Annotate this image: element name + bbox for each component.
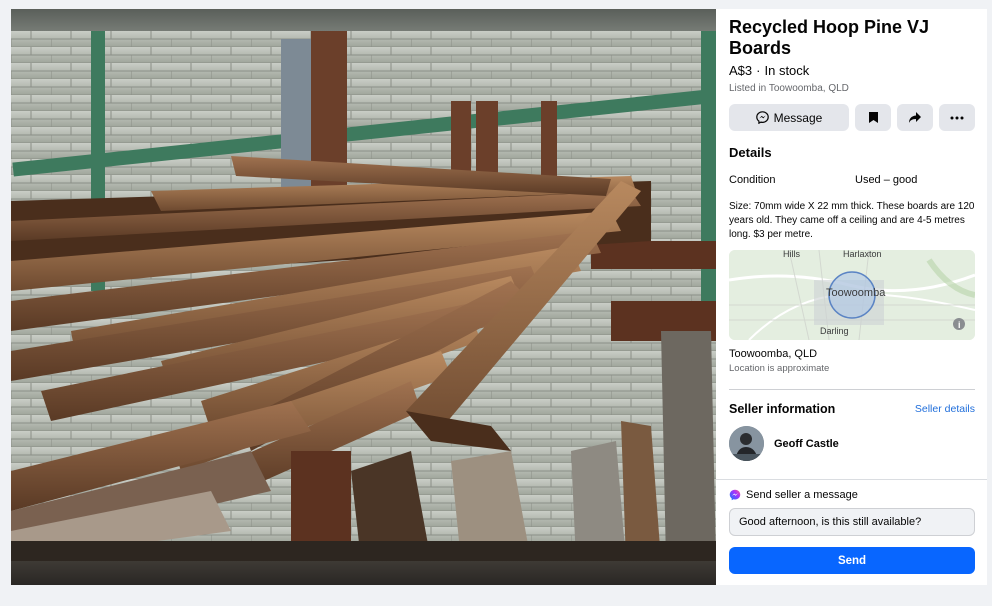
listing-side-panel: Recycled Hoop Pine VJ Boards A$3 · In st… — [716, 9, 987, 585]
condition-label: Condition — [729, 174, 776, 186]
condition-row: Condition Used – good — [729, 174, 975, 186]
condition-value: Used – good — [855, 174, 918, 186]
share-icon — [909, 112, 921, 123]
messenger-icon — [755, 111, 769, 124]
message-button[interactable]: Message — [729, 104, 849, 131]
map-label-harlaxton: Harlaxton — [843, 250, 882, 259]
seller-header: Seller information Seller details — [729, 402, 975, 416]
map-info-icon[interactable]: i — [958, 320, 961, 330]
price-row: A$3 · In stock — [729, 63, 975, 78]
location-map[interactable]: i Hills Harlaxton Toowoomba Darling — [729, 250, 975, 340]
map-label-hills: Hills — [783, 250, 800, 259]
seller-avatar[interactable] — [729, 426, 764, 461]
message-button-label: Message — [773, 110, 823, 125]
map-location: Toowoomba, QLD — [729, 348, 818, 360]
bookmark-icon — [868, 112, 878, 123]
more-icon — [950, 116, 964, 119]
listed-location: Listed in Toowoomba, QLD — [729, 83, 849, 94]
listing-photo-panel — [11, 9, 716, 585]
action-bar: Message — [729, 104, 975, 131]
save-button[interactable] — [855, 104, 891, 131]
seller-row[interactable]: Geoff Castle — [729, 426, 975, 461]
listing-price: A$3 — [729, 63, 753, 78]
message-input[interactable] — [729, 508, 975, 536]
seller-details-link[interactable]: Seller details — [915, 403, 975, 415]
seller-name[interactable]: Geoff Castle — [774, 438, 839, 450]
share-button[interactable] — [897, 104, 933, 131]
map-label-darling: Darling — [820, 326, 849, 336]
photo-blur-bottom — [11, 561, 716, 585]
listing-description: Size: 70mm wide X 22 mm thick. These boa… — [729, 201, 975, 240]
map-city-label: Toowoomba — [826, 287, 886, 299]
details-heading: Details — [729, 145, 772, 160]
more-options-button[interactable] — [939, 104, 975, 131]
map-approx-note: Location is approximate — [729, 363, 830, 374]
price-separator: · — [756, 63, 761, 78]
listing-details-scroll[interactable]: Recycled Hoop Pine VJ Boards A$3 · In st… — [716, 9, 987, 479]
seller-info-heading: Seller information — [729, 402, 836, 416]
photo-blur-top — [11, 9, 716, 31]
messenger-icon — [729, 489, 741, 501]
listing-photo[interactable] — [11, 31, 716, 561]
composer-heading: Send seller a message — [746, 489, 858, 501]
listing-title: Recycled Hoop Pine VJ Boards — [729, 17, 930, 58]
message-composer: Send seller a message Send — [716, 479, 987, 585]
composer-heading-row: Send seller a message — [729, 489, 975, 501]
section-divider — [729, 389, 975, 390]
stock-status: In stock — [764, 63, 810, 78]
send-button[interactable]: Send — [729, 547, 975, 574]
